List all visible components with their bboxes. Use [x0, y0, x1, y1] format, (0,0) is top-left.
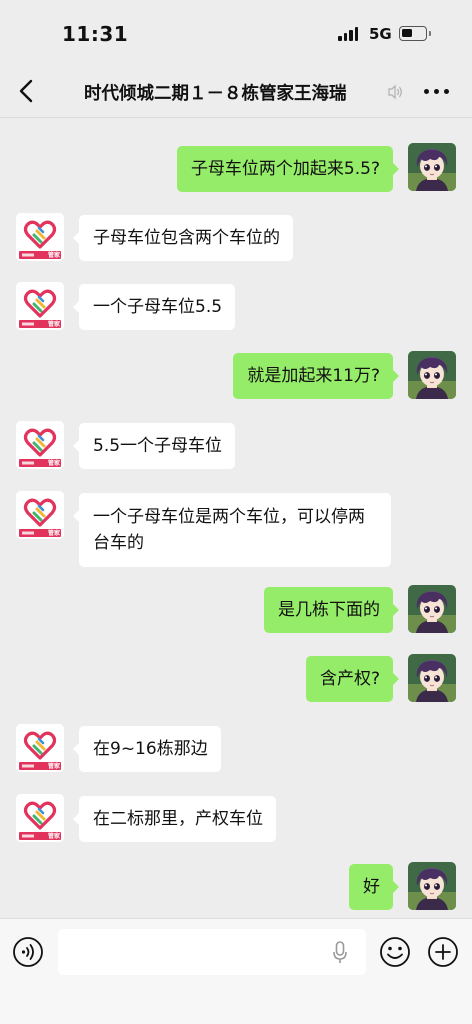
input-bar — [0, 918, 472, 1024]
butler-avatar[interactable]: 管家 — [16, 491, 64, 539]
outgoing-message[interactable]: 子母车位两个加起来5.5? — [176, 146, 400, 192]
outgoing-message[interactable]: 就是加起来11万? — [233, 353, 399, 399]
butler-avatar[interactable]: 管家 — [16, 282, 64, 330]
brand-badge-label: 管家 — [47, 530, 60, 537]
brand-badge-label: 管家 — [47, 252, 60, 259]
plus-icon[interactable] — [427, 936, 459, 968]
my-avatar[interactable] — [408, 143, 456, 191]
incoming-message[interactable]: 一个子母车位5.5 — [72, 284, 236, 330]
incoming-message[interactable]: 在二标那里，产权车位 — [73, 796, 276, 842]
chat-area[interactable]: 子母车位两个加起来5.5? 管家 子母车位包含两个车位的 管家 一个子母车位5.… — [0, 118, 472, 918]
chevron-left-icon — [19, 79, 33, 103]
outgoing-message[interactable]: 好 — [349, 864, 399, 910]
back-button[interactable] — [12, 74, 42, 108]
emoji-icon[interactable] — [379, 936, 411, 968]
status-time: 11:31 — [62, 22, 129, 46]
battery-icon — [399, 26, 431, 41]
my-avatar[interactable] — [408, 654, 456, 702]
outgoing-message[interactable]: 是几栋下面的 — [264, 587, 399, 633]
butler-avatar[interactable]: 管家 — [16, 213, 64, 261]
brand-badge-label: 管家 — [47, 460, 60, 467]
brand-badge-label: 管家 — [47, 833, 60, 840]
incoming-message[interactable]: 子母车位包含两个车位的 — [73, 215, 293, 261]
butler-avatar[interactable]: 管家 — [16, 794, 64, 842]
incoming-message[interactable]: 一个子母车位是两个车位，可以停两台车的 — [73, 493, 391, 567]
incoming-message[interactable]: 在9~16栋那边 — [73, 726, 221, 772]
speaker-icon — [388, 84, 402, 100]
brand-badge-label: 管家 — [47, 763, 60, 770]
butler-avatar[interactable]: 管家 — [16, 724, 64, 772]
butler-avatar[interactable]: 管家 — [16, 421, 64, 469]
my-avatar[interactable] — [408, 585, 456, 633]
chat-header: 时代倾城二期１－８栋管家王海瑞 — [0, 64, 472, 118]
outgoing-message[interactable]: 含产权? — [305, 656, 400, 702]
my-avatar[interactable] — [408, 862, 456, 910]
mic-icon[interactable] — [332, 941, 348, 965]
more-options-button[interactable] — [424, 86, 452, 96]
brand-badge-label: 管家 — [47, 321, 60, 328]
signal-strength-icon — [338, 27, 360, 41]
network-type: 5G — [369, 25, 392, 43]
incoming-message[interactable]: 5.5一个子母车位 — [72, 423, 236, 469]
chat-title: 时代倾城二期１－８栋管家王海瑞 — [84, 84, 347, 104]
voice-input-icon[interactable] — [12, 936, 44, 968]
message-input[interactable] — [58, 929, 366, 975]
my-avatar[interactable] — [408, 351, 456, 399]
status-bar: 11:31 5G — [0, 0, 472, 64]
